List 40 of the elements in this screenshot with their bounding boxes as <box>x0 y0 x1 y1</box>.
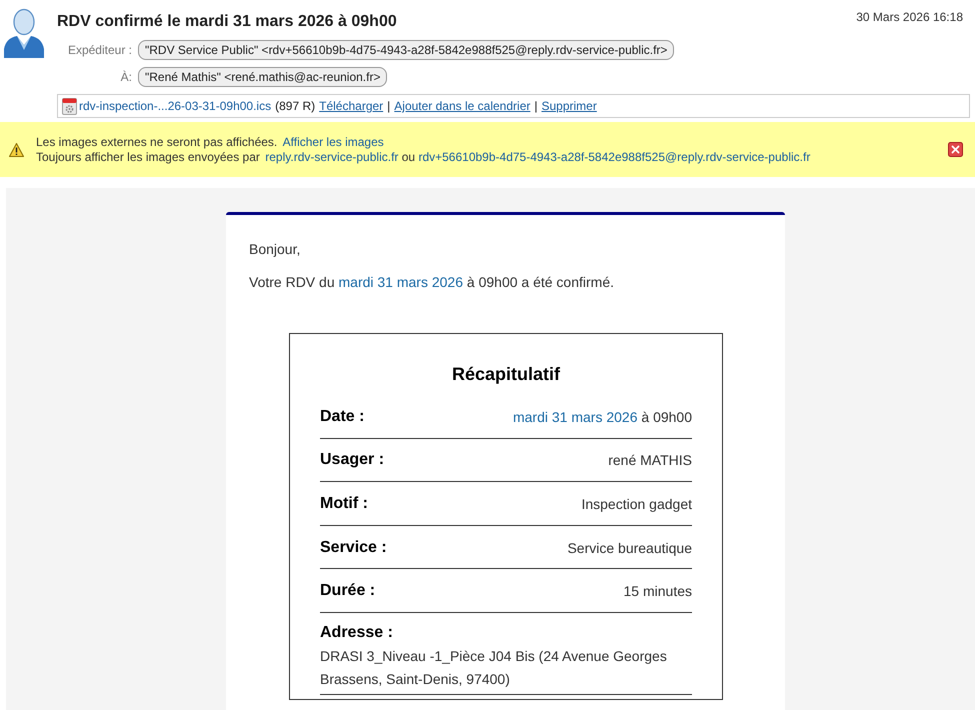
recipient-chip[interactable]: "René Mathis" <rené.mathis@ac-reunion.fr> <box>138 67 388 87</box>
summary-title: Récapitulatif <box>452 363 560 385</box>
row-value: Inspection gadget <box>581 494 692 513</box>
show-images-link[interactable]: Afficher les images <box>282 134 384 148</box>
attachment-action-link[interactable]: Supprimer <box>541 98 597 114</box>
email-date: 30 Mars 2026 16:18 <box>856 9 963 26</box>
greeting-text: Bonjour, <box>249 241 300 257</box>
row-label: Adresse : <box>320 622 393 643</box>
row-value: 15 minutes <box>624 582 692 600</box>
warning-icon <box>9 142 24 156</box>
row-label: Durée : <box>320 581 376 602</box>
calendar-file-icon <box>62 98 77 114</box>
close-button[interactable] <box>948 142 963 157</box>
confirmation-text: Votre RDV du mardi 31 mars 2026 à 09h00 a été confirmé. <box>249 274 614 290</box>
row-value: mardi 31 mars 2026 à 09h00 <box>512 408 692 426</box>
file-size: (897 R) <box>275 98 316 114</box>
row-label: Motif : <box>320 494 368 514</box>
attachment-link[interactable]: rdv-inspection-...26-03-31-09h00.ics <box>79 98 272 114</box>
link-separator: | <box>387 98 390 114</box>
date-link[interactable]: mardi 31 mars 2026 <box>338 274 464 290</box>
field-label: Expéditeur : <box>66 42 132 58</box>
notice-text: Les images externes ne seront pas affichées. Afficher les images <box>36 134 384 150</box>
email-subject: RDV confirmé le mardi 31 mars 2026 à 09h00 <box>57 12 397 32</box>
attachment-action-link[interactable]: Ajouter dans le calendrier <box>394 98 530 114</box>
row-label: Date : <box>320 406 364 427</box>
close-icon <box>948 142 963 157</box>
sender-link[interactable]: rdv+56610b9b-4d75-4943-a28f-5842e988f525@reply.rdv-service-public.fr <box>418 150 810 164</box>
row-label: Usager : <box>320 450 384 470</box>
address-text: DRASI 3_Niveau -1_Pièce J04 Bis (24 Avenue Georges Brassens, Saint-Denis, 97400) <box>320 646 668 689</box>
notice-text: Toujours afficher les images envoyées par reply.rdv-service-public.fr ou rdv+56610b9b-4d75-4943-a28f-5842e988f525@reply.rdv-service-public.fr <box>36 150 810 164</box>
row-label: Service : <box>320 538 387 558</box>
row-value: rené MATHIS <box>608 451 692 470</box>
person-avatar-icon <box>3 8 45 58</box>
link-separator: | <box>534 98 538 114</box>
sender-chip[interactable]: "RDV Service Public" <rdv+56610b9b-4d75-4943-a28f-5842e988f525@reply.rdv-service-public.fr> <box>138 40 674 60</box>
sender-link[interactable]: reply.rdv-service-public.fr <box>265 150 398 164</box>
date-link[interactable]: mardi 31 mars 2026 <box>512 408 638 425</box>
attachment-action-link[interactable]: Télécharger <box>319 98 384 114</box>
field-label: À: <box>120 69 132 85</box>
row-value: Service bureautique <box>567 538 692 557</box>
